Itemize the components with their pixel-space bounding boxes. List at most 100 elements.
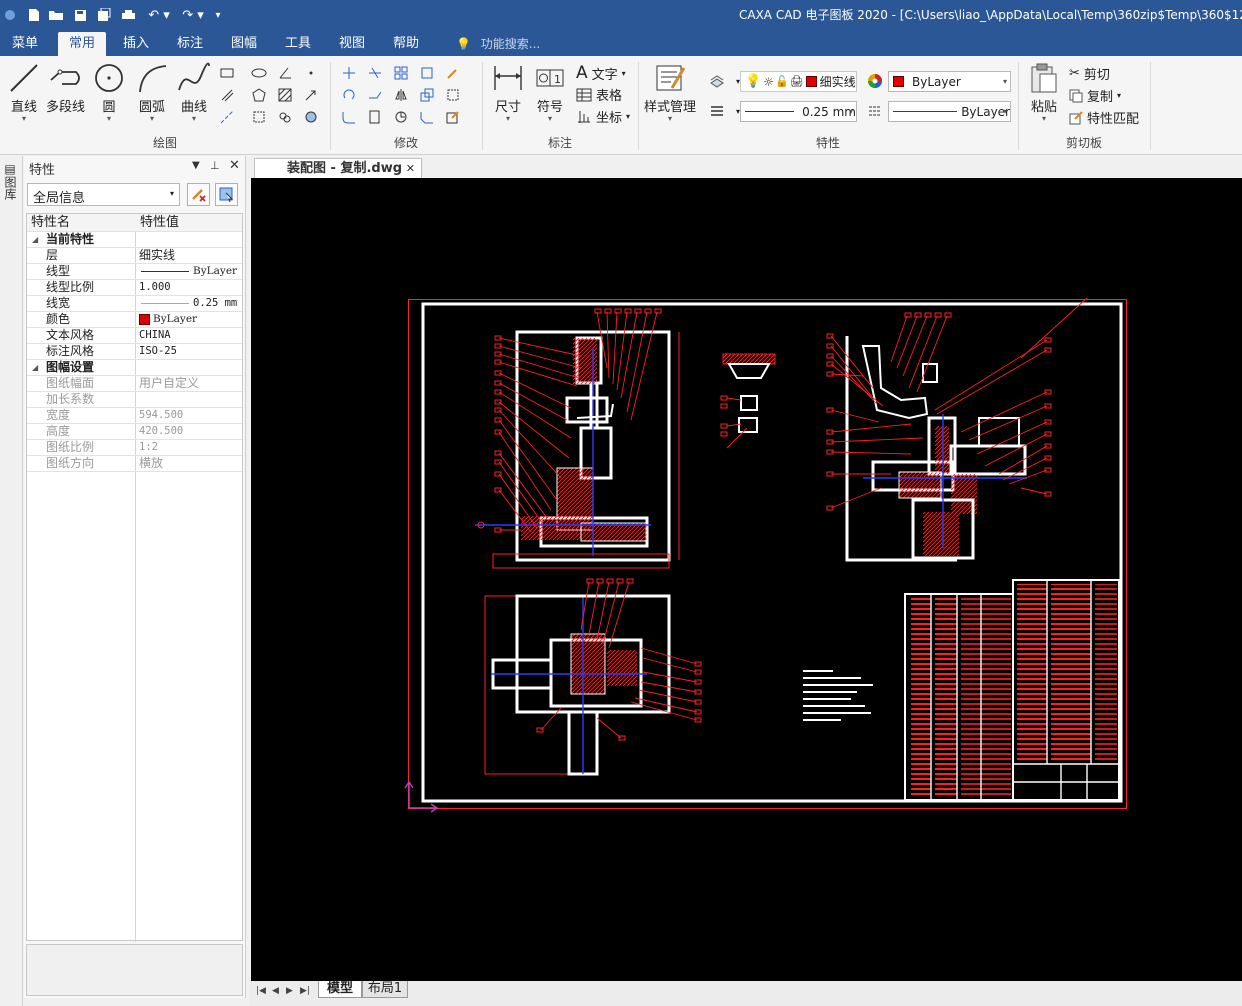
offset-icon[interactable] <box>418 64 436 82</box>
array-icon[interactable] <box>392 64 410 82</box>
linetype-selector[interactable]: ByLayer ▾ <box>888 101 1011 122</box>
tab-layout1[interactable]: 布局1 <box>362 981 408 998</box>
last-tab-icon[interactable]: ▶| <box>300 986 310 996</box>
ellipse-icon[interactable] <box>250 64 268 82</box>
redo-icon[interactable]: ↷ ▾ <box>178 5 208 25</box>
customize-icon[interactable]: ▾ <box>208 5 228 25</box>
layer-selector[interactable]: 💡 ☼ 🔓 🖨 细实线 ▾ <box>740 71 857 92</box>
table-button[interactable]: 表格 <box>576 85 622 104</box>
curve-button[interactable]: 曲线 ▾ <box>177 62 211 123</box>
hatch-icon[interactable] <box>276 86 294 104</box>
property-row[interactable]: 层 细实线 <box>27 248 242 264</box>
tab-annotate[interactable]: 标注 <box>168 32 212 56</box>
save-icon[interactable] <box>70 5 90 25</box>
arrow-draw-icon[interactable] <box>302 86 320 104</box>
tab-help[interactable]: 帮助 <box>384 32 428 56</box>
close-icon[interactable]: ✕ <box>229 158 240 173</box>
select-objects-icon <box>192 189 206 202</box>
polyline-button[interactable]: 多段线 <box>46 62 85 115</box>
block-icon[interactable] <box>250 108 268 126</box>
symbol-button[interactable]: 1 符号 ▾ <box>534 62 566 123</box>
quick-select-button[interactable] <box>215 183 238 206</box>
text-button[interactable]: A 文字 ▾ <box>576 63 626 83</box>
color-selector[interactable]: ByLayer ▾ <box>888 71 1011 92</box>
polygon-icon[interactable] <box>250 86 268 104</box>
property-row[interactable]: 线型 ByLayer <box>27 264 242 280</box>
new-icon[interactable] <box>24 5 44 25</box>
drawing-canvas[interactable] <box>251 178 1242 981</box>
next-tab-icon[interactable]: ▶ <box>286 986 293 996</box>
property-name: 高度 <box>46 424 71 438</box>
property-row[interactable]: 标注风格 ISO-25 <box>27 344 242 360</box>
cloud-icon[interactable] <box>276 108 294 126</box>
fillet-icon[interactable] <box>340 108 358 126</box>
property-row[interactable]: 文本风格 CHINA <box>27 328 242 344</box>
annotate-group-label: 标注 <box>547 136 572 150</box>
pin-icon[interactable]: ⊥ <box>210 159 220 172</box>
property-row[interactable]: 线型比例 1.000 <box>27 280 242 296</box>
lineweight-icon[interactable] <box>708 102 726 120</box>
category-current[interactable]: ◢ 当前特性 <box>27 232 242 248</box>
line-button[interactable]: 直线 ▾ <box>8 62 40 123</box>
rectangle-icon[interactable] <box>218 64 236 82</box>
brush-icon[interactable] <box>444 64 462 82</box>
break-icon[interactable] <box>366 108 384 126</box>
dimension-button[interactable]: 尺寸 ▾ <box>492 62 524 123</box>
close-tab-icon[interactable]: ✕ <box>406 159 415 178</box>
coordinate-button[interactable]: 坐标 ▾ <box>576 107 630 126</box>
open-icon[interactable] <box>46 5 66 25</box>
object-selector[interactable]: 全局信息 ▾ <box>27 183 180 206</box>
parallel-line-icon[interactable] <box>218 86 236 104</box>
edit-icon[interactable] <box>444 108 462 126</box>
tab-menu[interactable]: 菜单 <box>4 32 46 56</box>
tab-tools[interactable]: 工具 <box>276 32 320 56</box>
linetype-icon[interactable] <box>866 102 884 120</box>
color-wheel-icon[interactable] <box>866 72 884 90</box>
first-tab-icon[interactable]: |◀ <box>256 986 266 996</box>
save-as-icon[interactable] <box>94 5 114 25</box>
undo-icon[interactable]: ↶ ▾ <box>144 5 174 25</box>
feature-search[interactable]: 💡 功能搜索... <box>456 35 540 52</box>
point-icon[interactable] <box>302 64 320 82</box>
print-icon[interactable] <box>118 5 138 25</box>
stretch-icon[interactable] <box>444 86 462 104</box>
select-objects-button[interactable] <box>187 183 210 206</box>
lineweight-selector[interactable]: 0.25 mm ▾ <box>740 101 857 122</box>
document-tab[interactable]: 装配图 - 复制.dwg ✕ <box>254 158 422 178</box>
cut-button[interactable]: ✂ 剪切 <box>1069 64 1110 83</box>
match-properties-button[interactable]: 特性匹配 <box>1069 108 1139 127</box>
category-sheet[interactable]: ◢ 图幅设置 <box>27 360 242 376</box>
centerline-icon[interactable] <box>218 108 236 126</box>
circle-button[interactable]: 圆 ▾ <box>93 62 125 123</box>
scale-icon[interactable] <box>418 86 436 104</box>
style-manage-button[interactable]: 样式管理 ▾ <box>644 62 696 123</box>
angle-line-icon[interactable] <box>276 64 294 82</box>
tab-model[interactable]: 模型 <box>318 981 362 998</box>
app-icon[interactable] <box>0 5 20 25</box>
explode-icon[interactable] <box>392 108 410 126</box>
property-row[interactable]: 线宽 0.25 mm <box>27 296 242 312</box>
tab-view[interactable]: 视图 <box>330 32 374 56</box>
panel-menu-icon[interactable]: ▼ <box>192 160 200 171</box>
paste-button[interactable]: 粘贴 ▾ <box>1028 62 1060 123</box>
extend-icon[interactable] <box>366 86 384 104</box>
tab-common[interactable]: 常用 <box>58 32 106 56</box>
tab-sheet[interactable]: 图幅 <box>222 32 266 56</box>
chamfer-icon[interactable] <box>418 108 436 126</box>
mirror-icon[interactable] <box>392 86 410 104</box>
prev-tab-icon[interactable]: ◀ <box>272 986 279 996</box>
lineweight-sample <box>141 303 189 304</box>
layer-tool-icon[interactable] <box>708 72 726 90</box>
library-tab[interactable]: ▤图库 <box>3 162 19 206</box>
arc-button[interactable]: 圆弧 ▾ <box>136 62 168 123</box>
fill-icon[interactable] <box>302 108 320 126</box>
property-row[interactable]: 颜色 ByLayer <box>27 312 242 328</box>
move-icon[interactable] <box>340 64 358 82</box>
copy-button[interactable]: 复制 ▾ <box>1069 86 1121 105</box>
curve-label: 曲线 <box>180 100 207 115</box>
sun-icon: ☼ <box>763 74 774 89</box>
property-row: 加长系数 <box>27 392 242 408</box>
trim-icon[interactable] <box>366 64 384 82</box>
rotate-icon[interactable] <box>340 86 358 104</box>
tab-insert[interactable]: 插入 <box>114 32 158 56</box>
